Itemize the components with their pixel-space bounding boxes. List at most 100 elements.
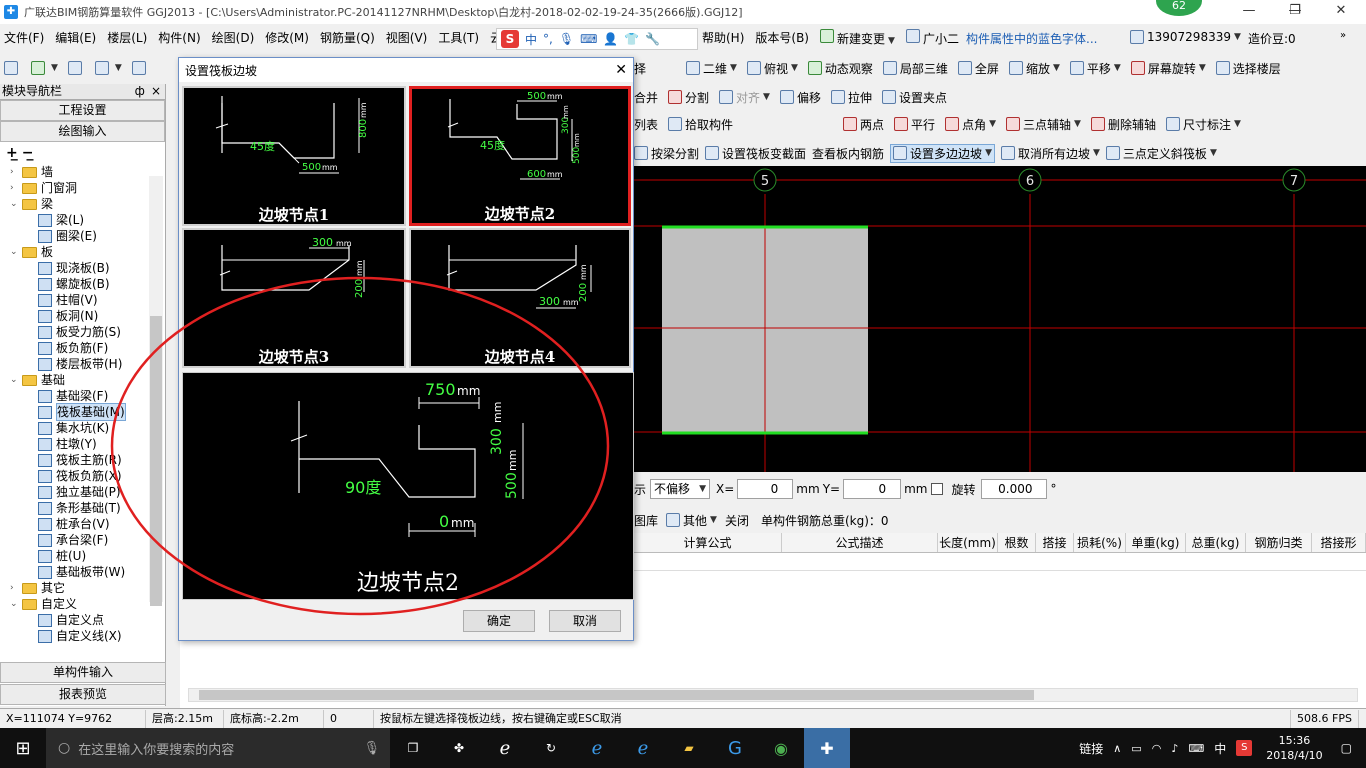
point-angle-button[interactable]: 点角 ▼ xyxy=(945,116,996,133)
close-table-button[interactable]: 关闭 xyxy=(725,512,749,529)
col-loss[interactable]: 损耗(%) xyxy=(1074,533,1126,552)
keyboard-icon[interactable]: ⌨ xyxy=(1188,742,1204,755)
col-lap-form[interactable]: 搭接形 xyxy=(1312,533,1366,552)
expand-icon[interactable]: › xyxy=(10,580,20,596)
col-length[interactable]: 长度(mm) xyxy=(938,533,998,552)
drawing-canvas[interactable]: 5 6 7 xyxy=(634,166,1366,472)
app-green-icon[interactable]: ◉ xyxy=(758,728,804,768)
rotate-input[interactable]: 0.000 xyxy=(981,479,1048,499)
notifications-icon[interactable]: ▢ xyxy=(1341,741,1352,755)
x-input[interactable]: 0 xyxy=(737,479,794,499)
input-lang[interactable]: 中 xyxy=(1214,740,1226,757)
two-point-button[interactable]: 两点 xyxy=(843,116,884,133)
collapse-icon[interactable]: ⌄ xyxy=(10,244,20,260)
project-settings-button[interactable]: 工程设置 xyxy=(0,100,165,121)
y-input[interactable]: 0 xyxy=(843,479,902,499)
collapse-icon[interactable]: ⌄ xyxy=(10,372,20,388)
ime-toolbar[interactable]: S 中 °, 🎙 ⌨ 👤 👕 🔧 xyxy=(496,28,698,50)
tree-node[interactable]: ⌄ 梁 xyxy=(0,196,165,212)
expand-icon[interactable]: › xyxy=(10,164,20,180)
mic-icon[interactable]: 🎙 xyxy=(559,32,574,46)
gallery-button[interactable]: 图库 xyxy=(634,512,658,529)
save-icon[interactable] xyxy=(67,61,85,75)
undo-icon[interactable]: ▼ xyxy=(94,61,122,75)
menu-component[interactable]: 构件(N) xyxy=(154,29,204,46)
tree-node[interactable]: › 门窗洞 xyxy=(0,180,165,196)
close-icon[interactable]: × xyxy=(151,84,161,98)
link-toolbar[interactable]: 链接 xyxy=(1079,740,1103,757)
col-formula[interactable]: 计算公式 xyxy=(634,533,782,552)
menu-view[interactable]: 视图(V) xyxy=(382,29,432,46)
maximize-button[interactable]: ❐ xyxy=(1272,0,1318,24)
menu-floor[interactable]: 楼层(L) xyxy=(103,29,151,46)
split-button[interactable]: 分割 xyxy=(668,89,709,106)
other-button[interactable]: 其他 ▼ xyxy=(666,512,717,529)
view-slab-rebar-button[interactable]: 查看板内钢筋 xyxy=(812,145,884,162)
tree-node[interactable]: 自定义线(X) xyxy=(0,628,165,644)
delete-axis-button[interactable]: 删除辅轴 xyxy=(1090,116,1156,133)
zoom-button[interactable]: 缩放 ▼ xyxy=(1008,60,1060,77)
fullscreen-button[interactable]: 全屏 xyxy=(957,60,999,77)
rotate-checkbox[interactable] xyxy=(931,483,944,495)
shirt-icon[interactable]: 👕 xyxy=(624,32,639,46)
mic-icon[interactable]: 🎙 xyxy=(363,741,380,756)
view-2d-button[interactable]: 二维 ▼ xyxy=(686,60,737,77)
menu-version[interactable]: 版本号(B) xyxy=(751,29,813,46)
menu-edit[interactable]: 编辑(E) xyxy=(51,29,100,46)
list-button[interactable]: 列表 xyxy=(634,116,658,133)
expand-icon[interactable]: › xyxy=(10,180,20,196)
expand-all-icon[interactable]: +̲ xyxy=(6,145,18,161)
wifi-icon[interactable]: ◠ xyxy=(1152,742,1162,755)
single-component-input-button[interactable]: 单构件输入 xyxy=(0,662,166,683)
wrench-icon[interactable]: 🔧 xyxy=(645,32,660,46)
stretch-button[interactable]: 拉伸 xyxy=(830,89,872,106)
menu-new-change[interactable]: 新建变更 ▼ xyxy=(816,28,899,47)
pick-component-button[interactable]: 拾取构件 xyxy=(668,116,733,133)
task-view-icon[interactable]: ❐ xyxy=(390,728,436,768)
menu-draw[interactable]: 绘图(D) xyxy=(208,29,259,46)
ie-icon[interactable]: ℯ xyxy=(620,728,666,768)
menu-file[interactable]: 文件(F) xyxy=(0,29,48,46)
col-description[interactable]: 公式描述 xyxy=(782,533,938,552)
sogou-icon[interactable]: S xyxy=(501,30,519,48)
clock[interactable]: 15:36 2018/4/10 xyxy=(1266,733,1322,763)
offset-button[interactable]: 偏移 xyxy=(779,89,821,106)
collapse-icon[interactable]: ⌄ xyxy=(10,596,20,612)
three-point-axis-button[interactable]: 三点辅轴 ▼ xyxy=(1006,116,1081,133)
set-multi-slope-button[interactable]: 设置多边边坡 ▼ xyxy=(890,143,995,163)
dimension-button[interactable]: 尺寸标注 ▼ xyxy=(1165,116,1241,133)
offset-select[interactable]: 不偏移 ▼ xyxy=(650,479,711,499)
slope-node-2-option[interactable]: 45度 500 mm 300 mm 500 mm 600 mm 边坡节点2 xyxy=(409,86,631,226)
drawing-input-button[interactable]: 绘图输入 xyxy=(0,121,165,142)
merge-button[interactable]: 合并 xyxy=(634,89,658,106)
ggj-app-icon[interactable]: ✚ xyxy=(804,728,850,768)
file-explorer-icon[interactable]: ▰ xyxy=(666,728,712,768)
col-unit-weight[interactable]: 单重(kg) xyxy=(1126,533,1186,552)
edge-browser-icon[interactable]: ℯ xyxy=(574,728,620,768)
tree-node[interactable]: › 墙 xyxy=(0,164,165,180)
keyboard-icon[interactable]: ⌨ xyxy=(580,32,597,46)
tree-node[interactable]: 梁(L) xyxy=(0,212,165,228)
menu-rebar[interactable]: 钢筋量(Q) xyxy=(316,29,379,46)
punctuation-icon[interactable]: °, xyxy=(543,32,553,46)
taskbar-search[interactable]: ○ 在这里输入你要搜索的内容 🎙 xyxy=(46,728,390,768)
pin-icon[interactable]: ф xyxy=(135,84,145,98)
col-total-weight[interactable]: 总重(kg) xyxy=(1186,533,1246,552)
scrollbar-thumb[interactable] xyxy=(199,690,1034,700)
align-button[interactable]: 对齐 ▼ xyxy=(719,89,770,106)
cancel-slopes-button[interactable]: 取消所有边坡 ▼ xyxy=(1000,145,1100,162)
menu-tools[interactable]: 工具(T) xyxy=(434,29,483,46)
three-point-slope-button[interactable]: 三点定义斜筏板 ▼ xyxy=(1105,145,1217,162)
app-fan-icon[interactable]: ✤ xyxy=(436,728,482,768)
glodon-icon[interactable]: G xyxy=(712,728,758,768)
app-spiral-icon[interactable]: ↻ xyxy=(528,728,574,768)
close-window-button[interactable]: ✕ xyxy=(1318,0,1364,24)
report-preview-button[interactable]: 报表预览 xyxy=(0,684,166,705)
menu-help[interactable]: 帮助(H) xyxy=(698,29,748,46)
dynamic-view-button[interactable]: 动态观察 xyxy=(807,60,873,77)
col-count[interactable]: 根数 xyxy=(998,533,1036,552)
set-grip-button[interactable]: 设置夹点 xyxy=(882,89,947,106)
minimize-button[interactable]: — xyxy=(1226,0,1272,24)
user-icon[interactable]: 👤 xyxy=(603,32,618,46)
new-file-icon[interactable] xyxy=(4,61,21,75)
